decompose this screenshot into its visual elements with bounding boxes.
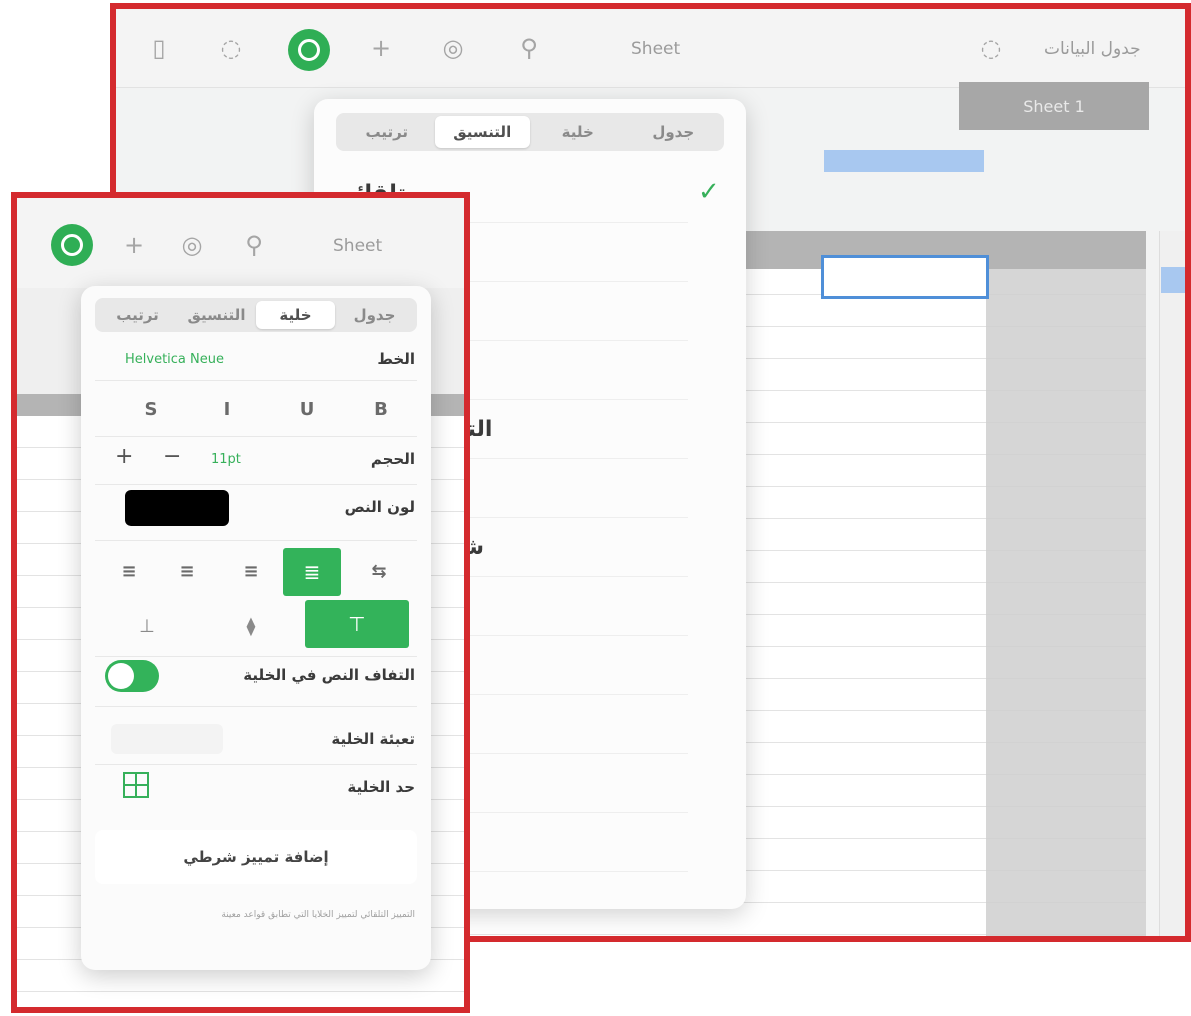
- font-value[interactable]: Helvetica Neue: [125, 352, 224, 367]
- wrench-icon[interactable]: ⚲: [514, 33, 544, 63]
- wrench-icon[interactable]: ⚲: [239, 230, 269, 260]
- text-color-swatch[interactable]: [125, 490, 229, 526]
- cell-tab-1[interactable]: خلية: [256, 301, 335, 329]
- format-tab-3[interactable]: ترتيب: [339, 116, 435, 148]
- sheet-name: Sheet: [631, 39, 681, 59]
- doc-icon[interactable]: ▯: [144, 33, 174, 63]
- format-tab-1[interactable]: خلية: [530, 116, 626, 148]
- toolbar: + ◎ ⚲ Sheet: [17, 198, 464, 288]
- divider: [95, 380, 417, 381]
- align-center-icon[interactable]: ≡: [157, 552, 217, 590]
- divider: [95, 436, 417, 437]
- cell-tab-0[interactable]: جدول: [335, 301, 414, 329]
- align-left-icon[interactable]: ≡: [221, 552, 281, 590]
- text-direction-icon[interactable]: ⇆: [349, 552, 409, 590]
- divider: [95, 764, 417, 765]
- cell-fill-swatch[interactable]: [111, 724, 223, 754]
- toolbar: ▯ ◌ + ◎ ⚲ Sheet ◌ جدول البيانات: [116, 9, 1185, 88]
- font-label: الخط: [377, 350, 415, 368]
- style-button-u[interactable]: U: [277, 390, 337, 428]
- align-top-icon[interactable]: ⊤: [305, 600, 409, 648]
- column-header-bar: [17, 394, 87, 416]
- column-header-selected[interactable]: [824, 150, 984, 172]
- undo-icon[interactable]: ◌: [216, 33, 246, 63]
- cell-format-popover: ترتيب التنسيق خلية جدول الخط Helvetica Neue…: [81, 286, 431, 970]
- divider: [95, 656, 417, 657]
- sheet-tab[interactable]: Sheet 1: [959, 82, 1149, 130]
- format-brush-icon[interactable]: ◎: [438, 33, 468, 63]
- row-header-selected: [1161, 267, 1185, 293]
- add-conditional-highlight-button[interactable]: إضافة تمييز شرطي: [95, 830, 417, 884]
- doc-title: جدول البيانات: [1044, 39, 1141, 59]
- style-button-s[interactable]: S: [121, 390, 181, 428]
- format-tabs: ترتيب التنسيق خلية جدول: [336, 113, 724, 151]
- footer-note: التمييز التلقائي لتمييز الخلايا التي تطا…: [221, 910, 415, 920]
- size-value[interactable]: 11pt: [211, 452, 241, 467]
- align-bottom-icon[interactable]: ⊥: [127, 606, 167, 646]
- info-icon[interactable]: ◌: [976, 33, 1006, 63]
- column-header-bar: [427, 394, 464, 416]
- align-middle-icon[interactable]: ⧫: [231, 606, 271, 646]
- cell-tabs: ترتيب التنسيق خلية جدول: [95, 298, 417, 332]
- wrap-text-toggle[interactable]: [105, 660, 159, 692]
- size-decrease-button[interactable]: −: [163, 444, 181, 469]
- checkmark-icon: ✓: [698, 177, 720, 207]
- cell-border-label: حد الخلية: [347, 778, 415, 796]
- cell-tab-2[interactable]: التنسيق: [177, 301, 256, 329]
- selected-cell[interactable]: [821, 255, 989, 299]
- collaborate-icon[interactable]: [51, 224, 93, 266]
- size-increase-button[interactable]: +: [115, 444, 133, 469]
- size-label: الحجم: [370, 450, 415, 468]
- format-tab-2[interactable]: التنسيق: [434, 116, 530, 148]
- divider: [95, 706, 417, 707]
- sheet-name: Sheet: [333, 236, 383, 256]
- shaded-column: [986, 231, 1146, 936]
- add-icon[interactable]: +: [366, 33, 396, 63]
- front-screenshot: + ◎ ⚲ Sheet ترتيب التنسيق خلية جدول الخط He…: [11, 192, 470, 1013]
- format-tab-0[interactable]: جدول: [626, 116, 722, 148]
- wrap-text-label: التفاف النص في الخلية: [243, 666, 415, 684]
- divider: [95, 540, 417, 541]
- text-color-label: لون النص: [344, 498, 415, 516]
- add-icon[interactable]: +: [119, 230, 149, 260]
- cell-border-icon[interactable]: [123, 772, 149, 798]
- divider: [95, 484, 417, 485]
- style-button-b[interactable]: B: [351, 390, 411, 428]
- format-brush-icon[interactable]: ◎: [177, 230, 207, 260]
- style-button-i[interactable]: I: [197, 390, 257, 428]
- cell-fill-label: تعبئة الخلية: [331, 730, 415, 748]
- row-headers: [1159, 231, 1185, 936]
- align-right-icon[interactable]: ≡: [99, 552, 159, 590]
- cell-tab-3[interactable]: ترتيب: [98, 301, 177, 329]
- align-justify-icon[interactable]: ≣: [283, 548, 341, 596]
- collaborate-icon[interactable]: [288, 29, 330, 71]
